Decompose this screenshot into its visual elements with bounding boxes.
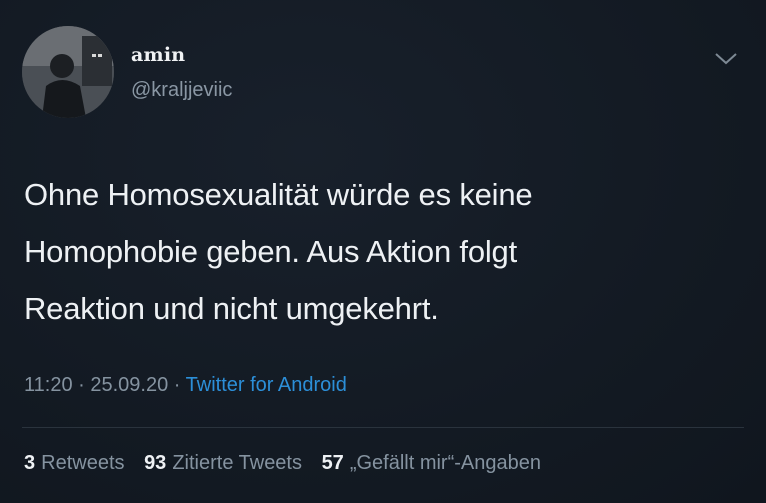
retweets-count: 3 (24, 452, 36, 474)
tweet-card: amin @kraljjeviic Ohne Homosexualität wü… (0, 0, 766, 503)
quote-tweets-count: 93 (144, 452, 167, 474)
tweet-line: Homophobie geben. Aus Aktion folgt (24, 234, 517, 269)
user-handle[interactable]: @kraljjeviic (131, 79, 232, 102)
quote-tweets-label: Zitierte Tweets (172, 452, 302, 474)
tweet-text: Ohne Homosexualität würde es keine Homop… (24, 166, 724, 337)
tweet-source-link[interactable]: Twitter for Android (186, 374, 347, 396)
tweet-stats: 3 Retweets 93 Zitierte Tweets 57 „Gefällt m… (24, 452, 555, 475)
likes-stat[interactable]: 57 „Gefällt mir“-Angaben (322, 452, 541, 475)
meta-separator: · (173, 374, 181, 396)
avatar-photo (22, 26, 114, 118)
chevron-down-icon[interactable] (713, 50, 739, 68)
tweet-date[interactable]: 25.09.20 (90, 374, 168, 396)
display-name[interactable]: amin (131, 44, 185, 66)
likes-label: „Gefällt mir“-Angaben (349, 452, 541, 474)
avatar[interactable] (22, 26, 114, 118)
likes-count: 57 (321, 452, 344, 474)
tweet-time[interactable]: 11:20 (24, 374, 73, 396)
retweets-stat[interactable]: 3 Retweets (24, 452, 125, 475)
tweet-line: Reaktion und nicht umgekehrt. (24, 291, 439, 326)
tweet-meta: 11:20 · 25.09.20 · Twitter for Android (24, 374, 347, 397)
retweets-label: Retweets (41, 452, 125, 474)
divider (22, 427, 744, 428)
tweet-line: Ohne Homosexualität würde es keine (24, 177, 533, 212)
meta-separator: · (78, 374, 85, 396)
quote-tweets-stat[interactable]: 93 Zitierte Tweets (144, 452, 302, 475)
